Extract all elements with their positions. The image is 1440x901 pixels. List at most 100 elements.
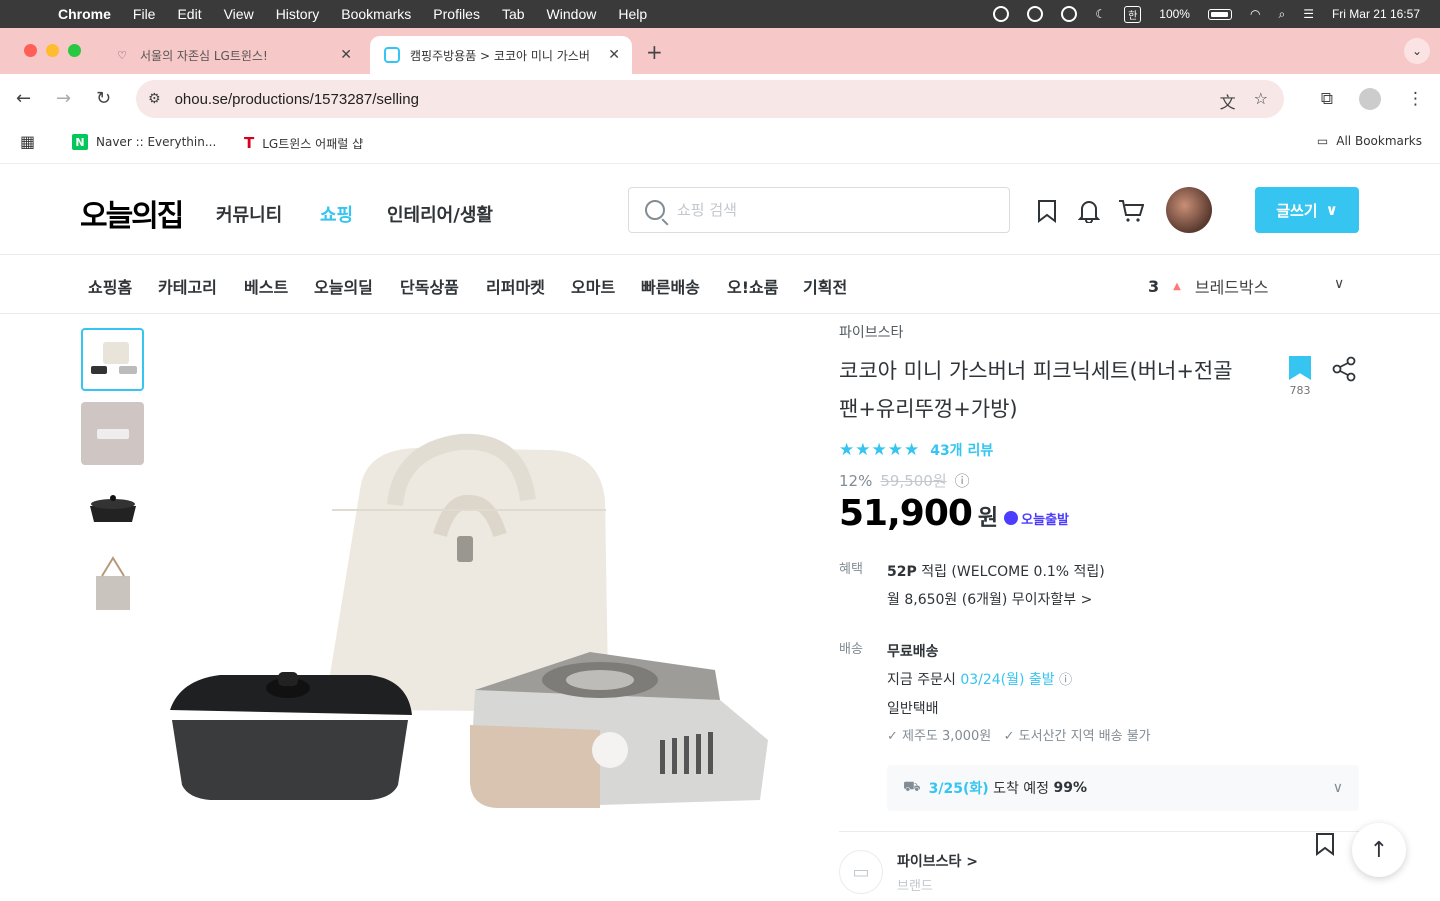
user-avatar[interactable] [1166, 187, 1212, 233]
search-input[interactable] [677, 201, 977, 219]
rank-up-icon: ▲ [1173, 280, 1181, 292]
control-center-icon[interactable]: ☰ [1303, 7, 1314, 21]
discount-rate: 12% [839, 471, 873, 490]
bookmark-naver[interactable]: N Naver :: Everythin... [72, 134, 216, 150]
close-tab-icon[interactable]: ✕ [608, 47, 620, 63]
input-method-indicator[interactable]: 한 [1124, 5, 1142, 23]
trending-keyword[interactable]: 3 ▲ 브레드박스 [1148, 274, 1268, 298]
menu-app-name[interactable]: Chrome [58, 6, 111, 22]
url-text[interactable]: ohou.se/productions/1573287/selling [175, 91, 419, 108]
shopping-subnav: 쇼핑홈 카테고리 베스트 오늘의딜 단독상품 리퍼마켓 오마트 빠른배송 오!쇼… [0, 256, 1440, 314]
maximize-window-button[interactable] [68, 44, 81, 57]
site-header: 오늘의집 커뮤니티 쇼핑 인테리어/생활 글쓰기 ∨ [0, 165, 1440, 255]
gnb-interior[interactable]: 인테리어/생활 [387, 201, 493, 227]
tab-search-chevron-icon[interactable]: ⌄ [1404, 38, 1430, 64]
info-icon[interactable]: ⓘ [955, 470, 970, 491]
badge-icon [1004, 511, 1019, 525]
menu-profiles[interactable]: Profiles [433, 6, 480, 22]
shopping-search[interactable] [628, 187, 1010, 233]
scroll-to-top-button[interactable]: ↑ [1352, 823, 1406, 877]
menu-window[interactable]: Window [547, 6, 597, 22]
seller-name[interactable]: 파이브스타 > [897, 851, 978, 871]
subnav-exclusive[interactable]: 단독상품 [400, 274, 459, 298]
subnav-category[interactable]: 카테고리 [158, 274, 217, 298]
wifi-icon[interactable]: ◠ [1250, 7, 1260, 21]
all-bookmarks-label: All Bookmarks [1336, 134, 1422, 148]
cart-icon[interactable] [1118, 199, 1145, 229]
menu-view[interactable]: View [224, 6, 254, 22]
back-arrow-icon[interactable]: ← [16, 88, 31, 109]
tab-ohouse-product[interactable]: 캠핑주방용품 > 코코아 미니 가스버 ✕ [370, 36, 632, 74]
tab-favicon-icon: ♡ [117, 48, 127, 62]
thumbnail-2[interactable] [81, 402, 144, 465]
site-settings-icon[interactable]: ⚙ [148, 91, 161, 107]
arrival-estimate-dropdown[interactable]: ⛟ 3/25(화) 도착 예정 99% ∨ [887, 765, 1359, 811]
seller-row[interactable]: ▭ 파이브스타 > 브랜드 [839, 850, 1359, 894]
status-app-icon[interactable] [993, 6, 1010, 22]
gnb-community[interactable]: 커뮤니티 [216, 201, 282, 227]
all-bookmarks[interactable]: ▭ All Bookmarks [1317, 134, 1422, 148]
brand-name[interactable]: 파이브스타 [839, 322, 1359, 342]
bookmark-star-icon[interactable]: ☆ [1254, 89, 1268, 113]
chevron-down-icon[interactable]: ∨ [1334, 276, 1344, 292]
scrap-button[interactable]: 783 [1289, 356, 1311, 397]
spotlight-icon[interactable]: ⌕ [1278, 7, 1285, 22]
menubar-clock[interactable]: Fri Mar 21 16:57 [1332, 7, 1420, 21]
eta-text: 도착 예정 [993, 781, 1050, 797]
notification-bell-icon[interactable] [1077, 199, 1101, 229]
apps-grid-icon[interactable]: ▦ [20, 132, 35, 151]
forward-arrow-icon[interactable]: → [56, 88, 71, 109]
profile-avatar[interactable] [1359, 88, 1381, 110]
new-tab-icon[interactable]: + [646, 40, 663, 64]
menu-help[interactable]: Help [618, 6, 647, 22]
info-icon[interactable]: ⓘ [1059, 673, 1072, 688]
rating-row[interactable]: ★★★★★ 43개 리뷰 [839, 440, 1359, 460]
delivery-fee: 무료배송 [887, 644, 939, 660]
address-bar[interactable]: ⚙ ohou.se/productions/1573287/selling 文 … [136, 80, 1284, 118]
product-main-image[interactable] [160, 330, 800, 890]
installment-link[interactable]: 월 8,650원 (6개월) 무이자할부 > [887, 586, 1105, 614]
bookmark-lg-twins[interactable]: T LG트윈스 어패럴 샵 [244, 134, 363, 152]
share-icon[interactable] [1331, 356, 1357, 388]
scrapbook-icon[interactable] [1036, 199, 1058, 229]
menu-history[interactable]: History [276, 6, 320, 22]
status-record-icon[interactable] [1027, 6, 1044, 22]
thumbnail-3[interactable] [81, 476, 144, 539]
reload-icon[interactable]: ↻ [96, 88, 111, 109]
moon-icon[interactable]: ☾ [1095, 7, 1106, 21]
write-button[interactable]: 글쓰기 ∨ [1255, 187, 1359, 233]
subnav-shopping-home[interactable]: 쇼핑홈 [88, 274, 132, 298]
subnav-showroom[interactable]: 오!쇼룸 [727, 274, 778, 298]
menu-bookmarks[interactable]: Bookmarks [341, 6, 411, 22]
twins-icon: T [244, 134, 255, 152]
close-tab-icon[interactable]: ✕ [340, 47, 352, 63]
product-info: 파이브스타 코코아 미니 가스버너 피크닉세트(버너+전골팬+유리뚜껑+가방) … [839, 322, 1359, 894]
gnb-shopping[interactable]: 쇼핑 [320, 201, 353, 227]
tab-strip: ♡ 서울의 자존심 LG트윈스! ✕ 캠핑주방용품 > 코코아 미니 가스버 ✕… [0, 28, 1440, 74]
bookmark-outline-icon[interactable] [1315, 832, 1335, 862]
close-window-button[interactable] [24, 44, 37, 57]
subnav-exhibitions[interactable]: 기획전 [803, 274, 847, 298]
translate-icon[interactable]: 文 [1220, 89, 1236, 113]
extensions-icon[interactable]: ⧉ [1321, 89, 1333, 109]
menu-edit[interactable]: Edit [177, 6, 201, 22]
review-count-link[interactable]: 43개 리뷰 [930, 440, 993, 460]
menu-tab[interactable]: Tab [502, 6, 525, 22]
subnav-fast-delivery[interactable]: 빠른배송 [641, 274, 700, 298]
thumbnail-4[interactable] [81, 550, 144, 613]
subnav-o-mart[interactable]: 오마트 [571, 274, 615, 298]
more-menu-icon[interactable]: ⋮ [1407, 89, 1424, 109]
subnav-best[interactable]: 베스트 [244, 274, 288, 298]
minimize-window-button[interactable] [46, 44, 59, 57]
tab-lg-twins[interactable]: ♡ 서울의 자존심 LG트윈스! ✕ [100, 36, 364, 74]
thumbnail-1[interactable] [81, 328, 144, 391]
subnav-refurb-market[interactable]: 리퍼마켓 [486, 274, 545, 298]
site-logo[interactable]: 오늘의집 [80, 191, 184, 235]
battery-icon[interactable] [1207, 8, 1232, 20]
battery-percent: 100% [1159, 7, 1190, 21]
subnav-todays-deal[interactable]: 오늘의딜 [314, 274, 373, 298]
menu-file[interactable]: File [133, 6, 156, 22]
play-icon[interactable] [1061, 6, 1078, 22]
naver-icon: N [72, 134, 88, 150]
eta-date: 3/25(화) [928, 781, 989, 797]
